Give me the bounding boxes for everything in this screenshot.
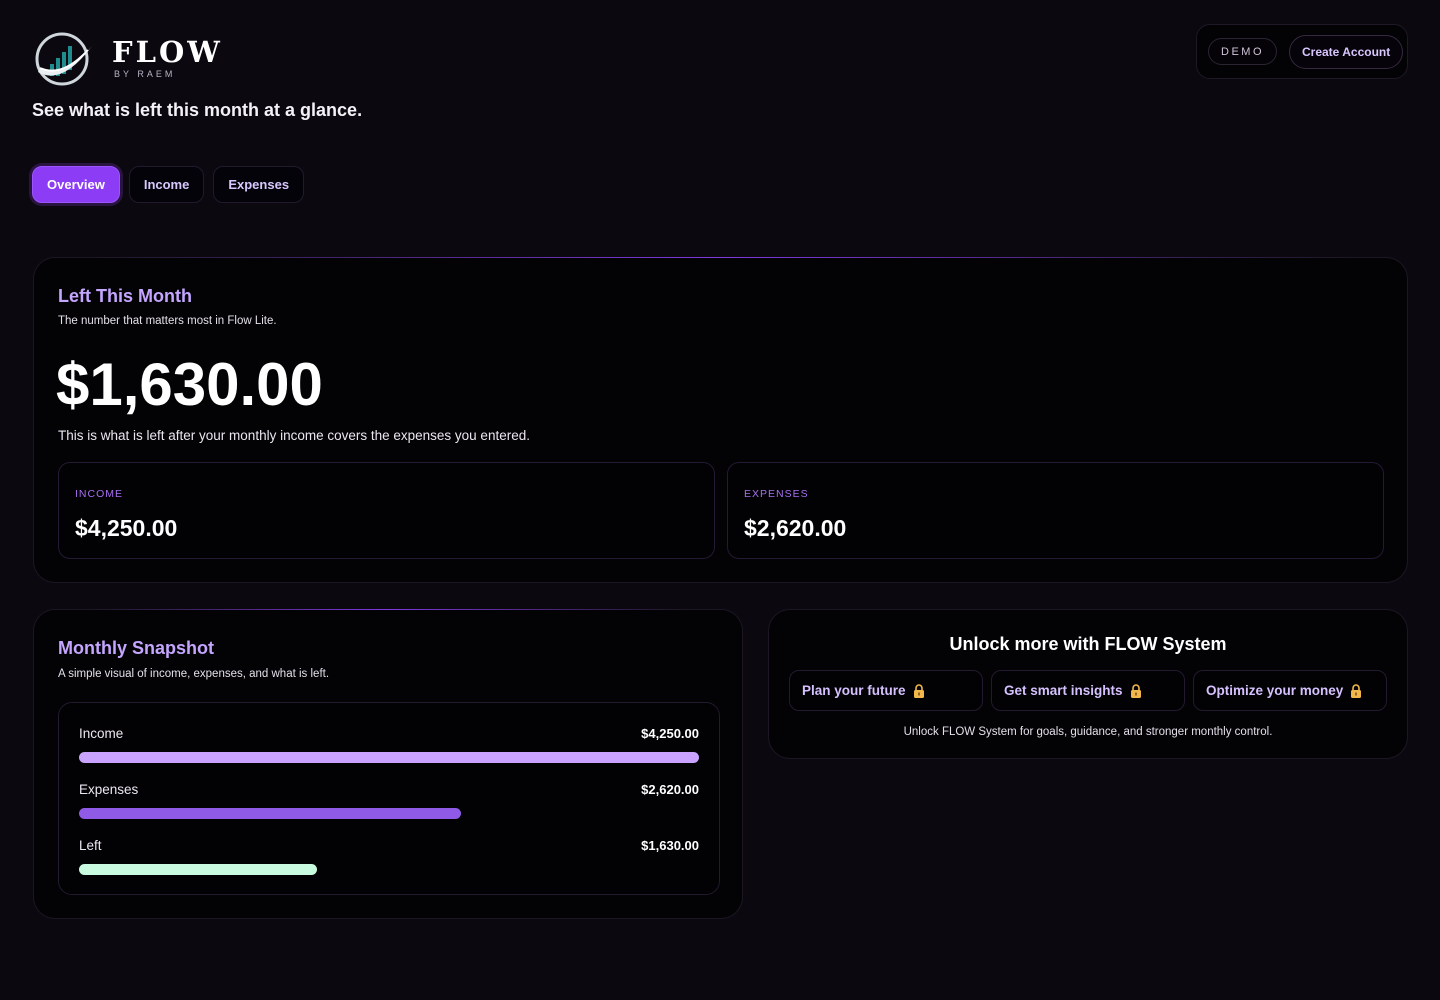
left-amount: $1,630.00 [56,351,323,418]
expenses-stat-label: EXPENSES [744,488,809,500]
create-account-button[interactable]: Create Account [1289,34,1404,69]
bar-value: $4,250.00 [641,725,699,741]
card-title: Monthly Snapshot [58,638,214,658]
monthly-snapshot-card: Monthly Snapshot A simple visual of inco… [33,609,743,919]
expenses-stat: EXPENSES $2,620.00 [727,462,1384,559]
bar-label: Left [79,837,102,853]
card-accent-line [94,609,682,610]
tab-expenses[interactable]: Expenses [213,166,305,203]
chip-label: Plan your future [802,683,906,698]
chip-get-smart-insights[interactable]: Get smart insights [991,670,1185,711]
brand-text: FLOW BY RAEM [112,37,223,79]
page: FLOW BY RAEM See what is left this month… [0,0,1440,1000]
income-stat-label: INCOME [75,488,123,500]
income-stat: INCOME $4,250.00 [58,462,715,559]
card-accent-line [94,257,1347,258]
tab-bar: Overview Income Expenses [32,166,313,203]
bar-track [79,864,699,875]
left-description: This is what is left after your monthly … [58,428,530,443]
bar-fill-expenses [79,808,461,819]
card-title: Left This Month [58,286,192,306]
bar-value: $2,620.00 [641,781,699,797]
flow-logo-icon [35,32,92,86]
chip-optimize-your-money[interactable]: Optimize your money [1193,670,1387,711]
snapshot-bars: Income $4,250.00 Expenses $2,620.00 Left… [58,702,720,895]
bar-value: $1,630.00 [641,837,699,853]
lock-icon [1351,683,1362,698]
unlock-title: Unlock more with FLOW System [949,634,1227,654]
bar-label: Income [79,725,124,741]
chip-label: Get smart insights [1004,683,1123,698]
bar-row-expenses: Expenses $2,620.00 [79,780,699,819]
card-subtitle: A simple visual of income, expenses, and… [58,668,330,680]
bar-track [79,752,699,763]
brand-logo[interactable]: FLOW BY RAEM [32,28,223,88]
bar-row-income: Income $4,250.00 [79,724,699,763]
tab-income[interactable]: Income [128,166,205,203]
lock-icon [1130,683,1141,698]
unlock-chips: Plan your future Get smart insights Opti… [789,670,1395,711]
unlock-note: Unlock FLOW System for goals, guidance, … [903,726,1273,738]
demo-badge: DEMO [1208,38,1277,65]
left-this-month-card: Left This Month The number that matters … [33,257,1408,583]
bar-fill-left [79,864,318,875]
bar-row-left: Left $1,630.00 [79,836,699,875]
chip-label: Optimize your money [1206,683,1344,698]
bar-fill-income [79,752,699,763]
lock-icon [913,683,924,698]
expenses-stat-value: $2,620.00 [744,515,847,541]
page-tagline: See what is left this month at a glance. [32,100,363,120]
bar-track [79,808,699,819]
tab-overview[interactable]: Overview [32,166,120,203]
card-subtitle: The number that matters most in Flow Lit… [58,315,277,327]
unlock-card: Unlock more with FLOW System Plan your f… [768,609,1408,759]
income-stat-value: $4,250.00 [75,515,178,541]
chip-plan-your-future[interactable]: Plan your future [789,670,983,711]
top-actions: DEMO Create Account [1196,24,1408,79]
bar-label: Expenses [79,781,139,797]
brand-name: FLOW [112,35,223,69]
brand-subtitle: BY RAEM [114,69,176,79]
